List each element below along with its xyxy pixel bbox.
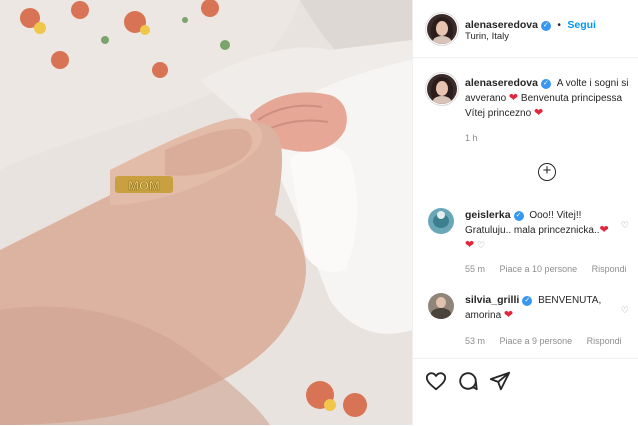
comment-line2: amorina [465,310,502,321]
location-link[interactable]: Turin, Italy [465,31,509,42]
comment-line2: Gratuluju.. mala princeznicka.. [465,225,600,236]
comment-likes[interactable]: Piace a 9 persone [500,336,573,346]
action-bar [413,358,638,426]
heart-emoji: ❤ [533,107,544,119]
reply-button[interactable]: Rispondi [587,336,622,346]
comment-line1: Ooo!! Vitej!! [529,210,582,221]
comment-meta: 55 m Piace a 10 persone Rispondi [465,264,638,274]
caption-username[interactable]: alenaseredova [465,77,538,89]
verified-icon: ✓ [540,21,551,31]
post-header: alenaseredova ✓ • Segui Turin, Italy [413,0,638,58]
separator-dot: • [557,20,561,31]
reply-button[interactable]: Rispondi [592,264,627,274]
caption-line2: avverano [465,93,507,104]
caption-time[interactable]: 1 h [465,133,478,143]
commenter-avatar[interactable] [428,293,454,319]
comment-meta: 53 m Piace a 9 persone Rispondi [465,336,634,346]
header-username[interactable]: alenaseredova [465,19,538,31]
comment: silvia_grilli ✓ BENVENUTA, amorina ❤ [465,293,633,323]
caption-line2b: Benvenuta principessa [520,93,623,104]
caption-line1: A volte i sogni si [556,78,629,89]
comment-username[interactable]: geislerka [465,209,511,221]
follow-button[interactable]: Segui [567,19,596,31]
heart-emoji: ❤ [465,239,475,251]
load-more-comments-button[interactable]: + [538,163,556,181]
heart-emoji: ❤ [508,92,519,104]
comment-time[interactable]: 55 m [465,264,485,274]
post-image[interactable]: MOM [0,0,412,425]
caption-line3: Vítej princezno [465,108,532,119]
share-icon[interactable] [489,370,511,392]
ring-text: MOM [128,178,160,193]
heart-emoji: ❤ [599,224,609,236]
like-comment-icon[interactable]: ♡ [621,220,629,231]
comment-line1: BENVENUTA, [538,295,602,306]
verified-icon: ✓ [540,79,551,89]
comment-time[interactable]: 53 m [465,336,485,346]
verified-icon: ✓ [522,296,533,306]
comment-username[interactable]: silvia_grilli [465,294,519,306]
commenter-avatar[interactable] [428,208,454,234]
caption: alenaseredova ✓ A volte i sogni si avvera… [465,76,638,121]
like-comment-icon[interactable]: ♡ [621,305,629,316]
comment-icon[interactable] [457,370,479,392]
author-avatar[interactable] [427,14,457,44]
sparkle-icon: ♡ [477,240,486,250]
verified-icon: ✓ [513,211,524,221]
post-side-panel: alenaseredova ✓ • Segui Turin, Italy alen… [412,0,638,425]
comment-likes[interactable]: Piace a 10 persone [500,264,578,274]
caption-avatar[interactable] [427,74,457,104]
heart-emoji: ❤ [503,309,514,321]
comment: geislerka ✓ Ooo!! Vitej!! Gratuluju.. mal… [465,208,633,253]
heart-icon[interactable] [425,370,447,392]
